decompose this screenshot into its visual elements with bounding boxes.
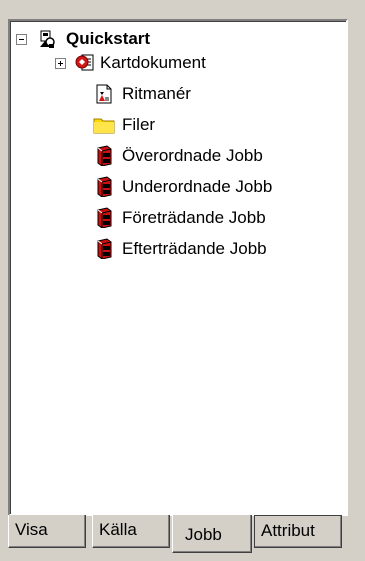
tab-label: Jobb: [185, 525, 222, 544]
tab-attribut[interactable]: Attribut: [254, 515, 342, 548]
tab-label: Attribut: [261, 521, 315, 540]
tab-jobb[interactable]: Jobb: [172, 515, 252, 553]
job-book-icon: [95, 207, 113, 229]
tree-view[interactable]: Quickstart Kartdokument Ritmanér Filer Ö…: [8, 19, 348, 516]
tree-node-label: Filer: [122, 115, 156, 134]
tree-node-label: Ritmanér: [122, 84, 191, 103]
tree-node-label: Företrädande Jobb: [122, 208, 266, 227]
tree-node-overordnade-jobb[interactable]: Överordnade Jobb: [10, 144, 340, 168]
tree-node-kartdokument[interactable]: Kartdokument: [10, 51, 340, 75]
tab-label: Källa: [99, 520, 137, 539]
collapse-icon[interactable]: [16, 34, 27, 45]
tree-node-label: Överordnade Jobb: [122, 146, 263, 165]
tree-node-label: Efterträdande Jobb: [122, 239, 267, 258]
tree-node-label: Kartdokument: [100, 53, 206, 72]
job-book-icon: [95, 145, 113, 167]
tab-kalla[interactable]: Källa: [92, 515, 170, 548]
tree-node-quickstart[interactable]: Quickstart: [10, 27, 340, 51]
tree-node-underordnade-jobb[interactable]: Underordnade Jobb: [10, 175, 340, 199]
tree-node-label: Quickstart: [66, 29, 151, 48]
style-file-icon: [95, 84, 113, 104]
tab-label: Visa: [15, 520, 48, 539]
tree-node-filer[interactable]: Filer: [10, 113, 340, 137]
tree-node-label: Underordnade Jobb: [122, 177, 273, 196]
job-book-icon: [95, 176, 113, 198]
tree-node-ritmaner[interactable]: Ritmanér: [10, 82, 340, 106]
tree-node-eftertradande-jobb[interactable]: Efterträdande Jobb: [10, 237, 340, 261]
map-document-icon: [75, 53, 94, 73]
job-book-icon: [95, 238, 113, 260]
tab-strip: Visa Källa Jobb Attribut: [8, 515, 358, 555]
tree-node-foretradande-jobb[interactable]: Företrädande Jobb: [10, 206, 340, 230]
tab-visa[interactable]: Visa: [8, 515, 86, 548]
folder-icon: [93, 116, 115, 136]
expand-icon[interactable]: [55, 58, 66, 69]
connection-icon: [38, 29, 56, 49]
